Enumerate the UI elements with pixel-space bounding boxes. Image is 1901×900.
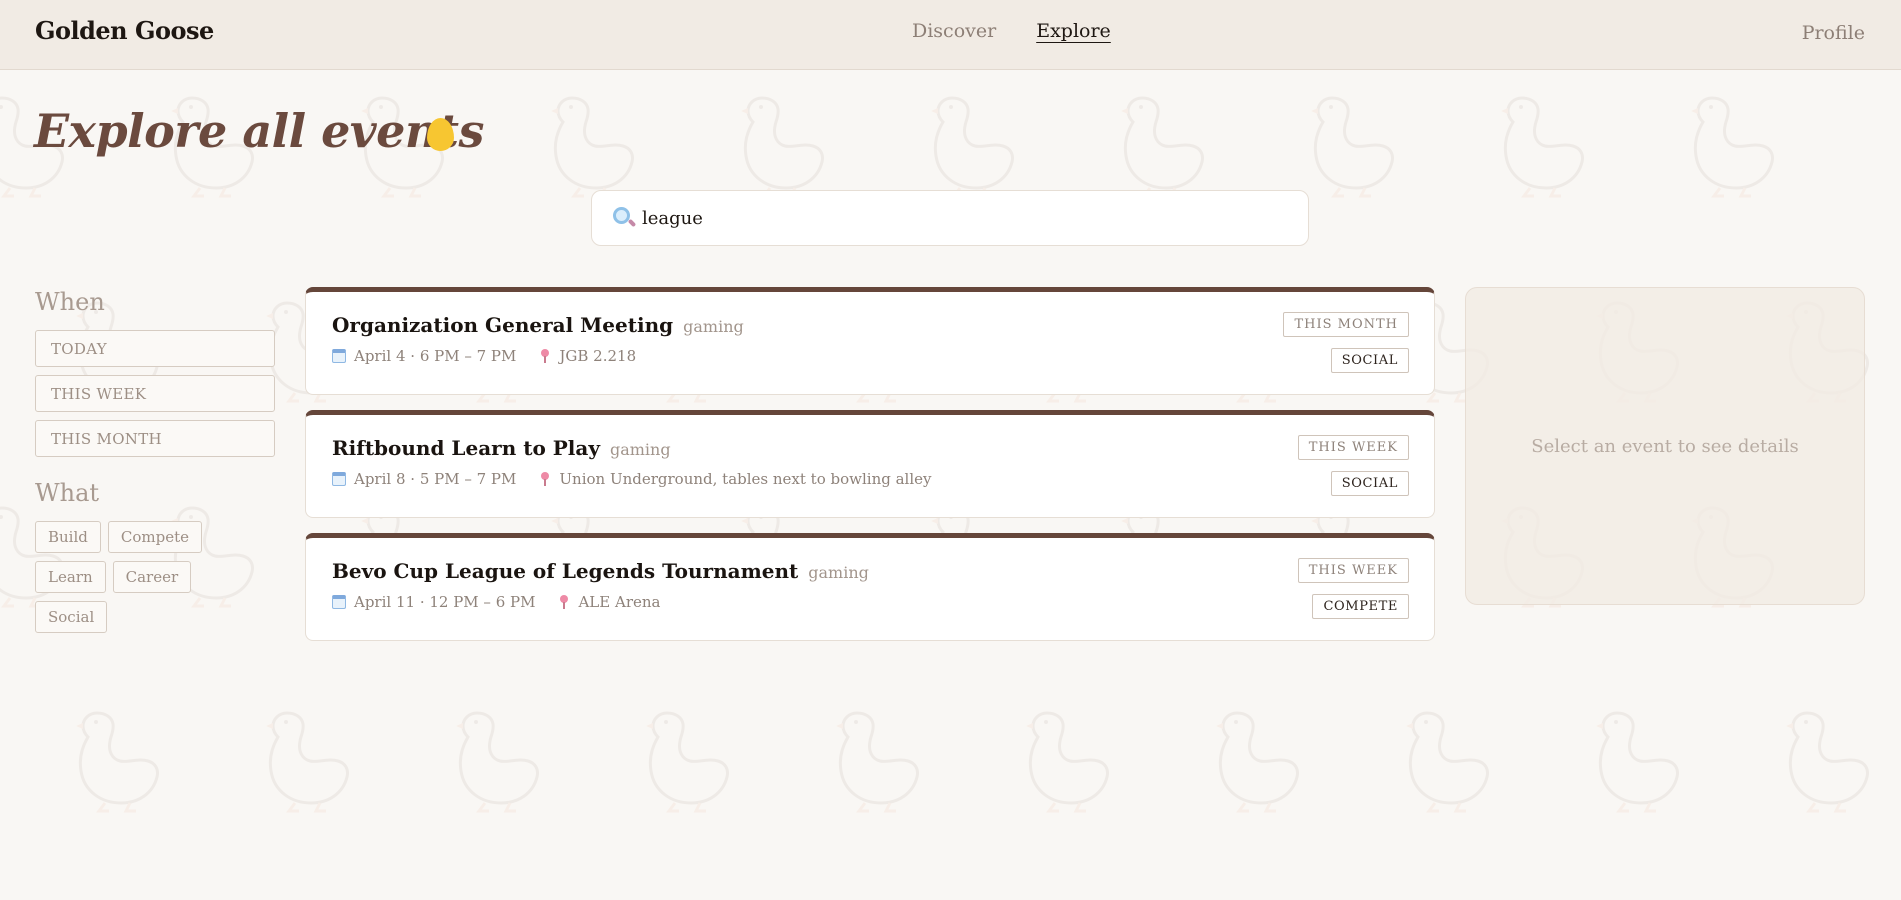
event-card[interactable]: Organization General Meeting gaming Apri… [305,287,1435,395]
location-pin-icon [540,349,550,363]
nav-profile[interactable]: Profile [1802,22,1865,44]
goose-pattern-icon [550,90,640,200]
brand-logo[interactable]: Golden Goose [35,16,214,45]
filter-social[interactable]: Social [35,601,108,633]
goose-pattern-icon [455,705,545,815]
event-details-panel: Select an event to see details [1465,287,1865,605]
goose-pattern-icon [930,90,1020,200]
filter-build[interactable]: Build [35,521,101,553]
goose-pattern-icon [1595,705,1685,815]
filter-today[interactable]: TODAY [35,330,275,367]
nav-discover[interactable]: Discover [912,20,996,42]
event-location: Union Underground, tables next to bowlin… [559,470,932,488]
event-type-tag: COMPETE [1312,594,1409,619]
event-date: April 8 · 5 PM – 7 PM [354,470,517,488]
event-type-tag: SOCIAL [1330,348,1409,373]
filter-career[interactable]: Career [112,561,192,593]
goose-pattern-icon [645,705,735,815]
event-meta: April 11 · 12 PM – 6 PM ALE Arena [332,593,660,611]
event-title: Bevo Cup League of Legends Tournament [332,559,799,583]
filter-sidebar: When TODAY THIS WEEK THIS MONTH What Bui… [35,288,275,633]
goose-pattern-icon [265,705,355,815]
event-time-tag: THIS WEEK [1297,435,1409,460]
event-meta: April 4 · 6 PM – 7 PM JGB 2.218 [332,347,636,365]
goose-pattern-icon [1025,705,1115,815]
goose-pattern-icon [1500,90,1590,200]
search-bar[interactable] [591,190,1309,246]
filter-learn[interactable]: Learn [35,561,106,593]
event-category: gaming [683,317,744,336]
top-navbar: Golden Goose Discover Explore Profile [0,0,1901,70]
event-time-tag: THIS WEEK [1297,558,1409,583]
event-location: ALE Arena [578,593,661,611]
event-title: Organization General Meeting [332,313,674,337]
goose-pattern-icon [1785,705,1875,815]
goose-pattern-icon [740,90,830,200]
event-title-row: Bevo Cup League of Legends Tournament ga… [332,559,869,583]
goose-pattern-icon [835,705,925,815]
calendar-icon [332,349,346,363]
calendar-icon [332,472,346,486]
event-category: gaming [808,563,869,582]
what-chips: Build Compete Learn Career Social [35,521,265,633]
nav-explore[interactable]: Explore [1036,20,1111,42]
goose-pattern-icon [75,705,165,815]
goose-pattern-icon [1310,90,1400,200]
event-title-row: Riftbound Learn to Play gaming [332,436,671,460]
goose-pattern-icon [1405,705,1495,815]
calendar-icon [332,595,346,609]
event-list: Organization General Meeting gaming Apri… [305,287,1435,656]
main-nav: Discover Explore [912,20,1111,42]
search-input[interactable] [642,207,1282,229]
event-card[interactable]: Riftbound Learn to Play gaming April 8 ·… [305,410,1435,518]
event-category: gaming [609,440,671,459]
details-placeholder: Select an event to see details [1531,435,1799,457]
goose-pattern-icon [1120,90,1210,200]
event-date: April 4 · 6 PM – 7 PM [354,347,517,365]
when-heading: When [35,288,105,316]
event-type-tag: SOCIAL [1330,471,1409,496]
magnifier-icon [612,206,637,230]
location-pin-icon [540,472,550,486]
goose-pattern-icon [1690,90,1780,200]
location-pin-icon [559,595,569,609]
event-title-row: Organization General Meeting gaming [332,313,744,337]
filter-this-week[interactable]: THIS WEEK [35,375,275,412]
golden-egg-icon [427,118,454,151]
what-heading: What [35,479,100,507]
event-meta: April 8 · 5 PM – 7 PM Union Underground,… [332,470,931,488]
event-time-tag: THIS MONTH [1283,312,1409,337]
filter-this-month[interactable]: THIS MONTH [35,420,275,457]
filter-compete[interactable]: Compete [107,521,203,553]
page-title: Explore all events [34,104,484,158]
event-title: Riftbound Learn to Play [332,436,600,460]
event-card[interactable]: Bevo Cup League of Legends Tournament ga… [305,533,1435,641]
goose-pattern-icon [1215,705,1305,815]
event-location: JGB 2.218 [559,347,637,365]
event-date: April 11 · 12 PM – 6 PM [354,593,536,611]
